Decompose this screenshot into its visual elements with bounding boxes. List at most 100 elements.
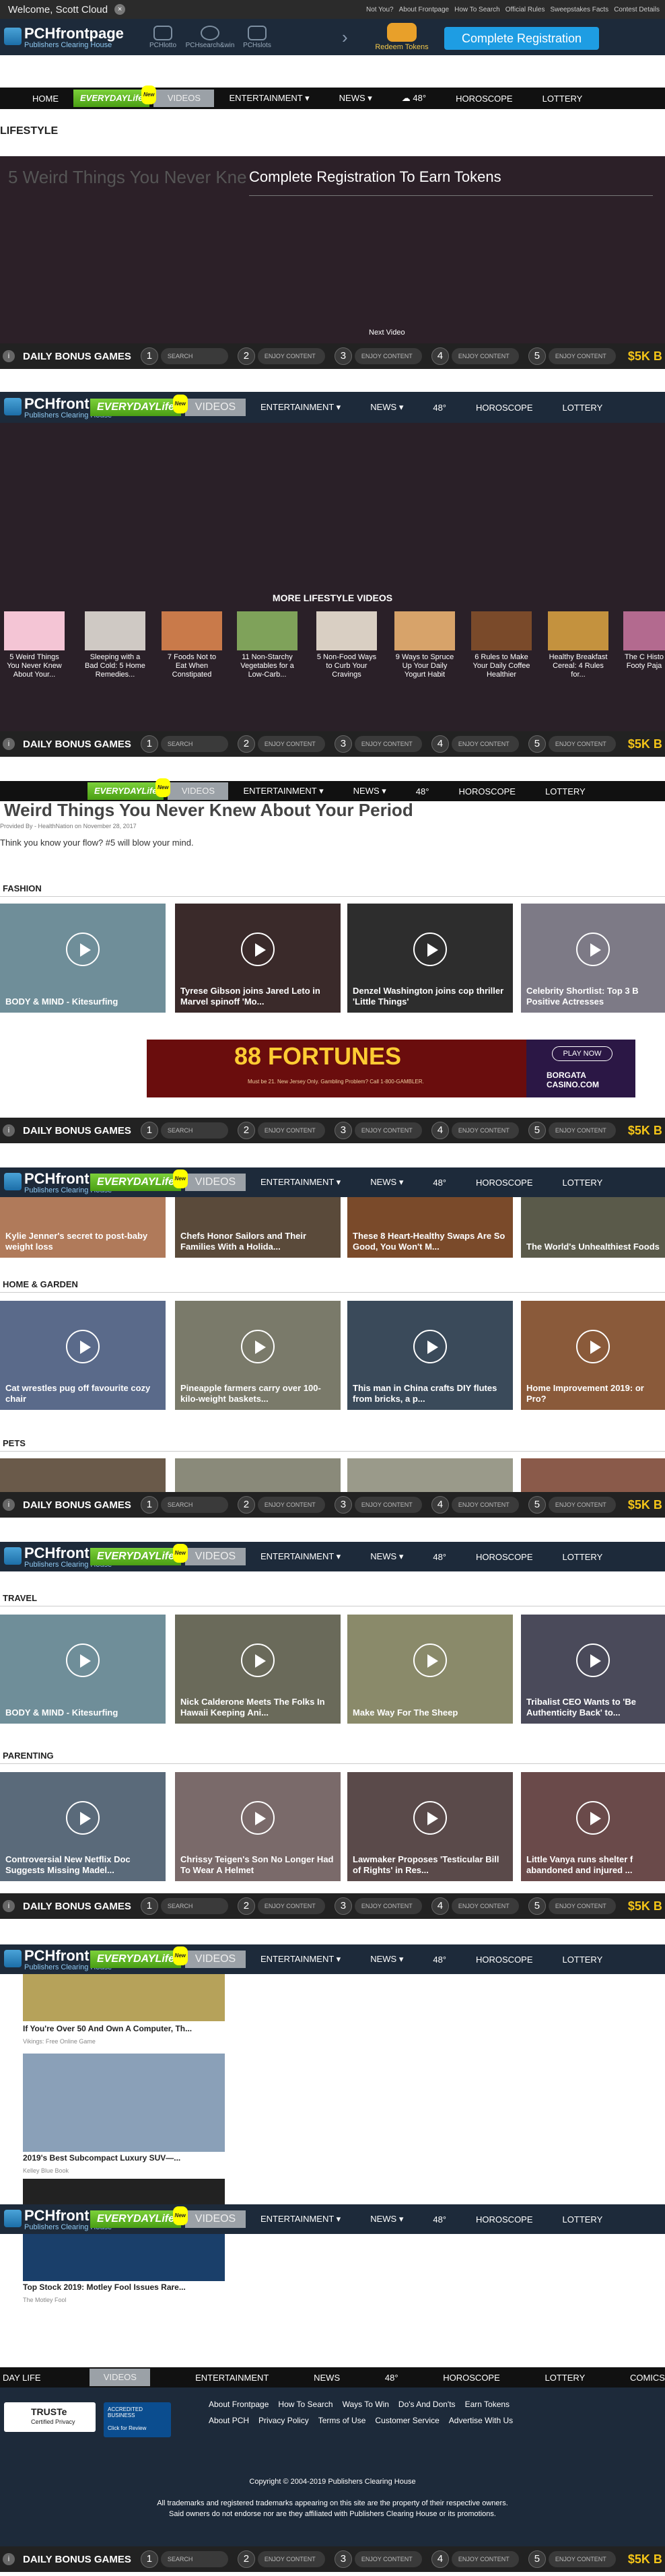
bonus-step-3[interactable]: 3 ENJOY CONTENT [334, 1897, 422, 1915]
bonus-step-search[interactable]: 1 SEARCH [140, 347, 228, 365]
video-card[interactable]: Tribalist CEO Wants to 'Be Authenticity … [521, 1615, 665, 1724]
footer-link[interactable]: Ways To Win [343, 2400, 389, 2409]
play-icon[interactable] [413, 933, 447, 967]
bnav-videos[interactable]: VIDEOS [90, 2369, 151, 2386]
nav-horoscope[interactable]: HOROSCOPE [461, 2214, 548, 2225]
sponsored-title[interactable]: 2019's Best Subcompact Luxury SUV—... [23, 2153, 180, 2163]
nav-weather[interactable]: 48° [418, 1552, 461, 1562]
nav-lottery[interactable]: LOTTERY [548, 1178, 618, 1188]
chevron-right-icon[interactable]: › [342, 27, 348, 48]
bnav-news[interactable]: NEWS [314, 2373, 340, 2383]
nav-entertainment[interactable]: ENTERTAINMENT ▾ [228, 786, 338, 796]
video-card[interactable]: Pineapple farmers carry over 100-kilo-we… [175, 1301, 341, 1410]
bnav-horoscope[interactable]: HOROSCOPE [443, 2373, 500, 2383]
video-card[interactable]: Little Vanya runs shelter f abandoned an… [521, 1772, 665, 1881]
play-icon[interactable] [66, 933, 100, 967]
bonus-step-search[interactable]: 1 SEARCH [140, 735, 228, 753]
video-player[interactable]: 5 Weird Things You Never Kne Complete Re… [0, 156, 665, 343]
nav-videos[interactable]: VIDEOS [168, 782, 229, 800]
footer-link[interactable]: How To Search [278, 2400, 332, 2409]
footer-link[interactable]: Customer Service [375, 2416, 439, 2425]
video-thumb[interactable]: Healthy Breakfast Cereal: 4 Rules for... [548, 611, 608, 679]
video-card[interactable]: Kylie Jenner's secret to post-baby weigh… [0, 1197, 166, 1258]
bonus-step-search[interactable]: 1 SEARCH [140, 1897, 228, 1915]
play-icon[interactable] [66, 1330, 100, 1364]
nav-news[interactable]: NEWS ▾ [355, 402, 418, 413]
play-icon[interactable] [66, 1801, 100, 1835]
play-icon[interactable] [576, 1330, 610, 1364]
sponsored-title[interactable]: If You're Over 50 And Own A Computer, Th… [23, 2024, 192, 2033]
bonus-step-2[interactable]: 2 ENJOY CONTENT [237, 1496, 325, 1514]
nav-entertainment[interactable]: ENTERTAINMENT ▾ [246, 2214, 355, 2225]
nav-entertainment[interactable]: ENTERTAINMENT ▾ [246, 1551, 355, 1562]
play-icon[interactable] [413, 1643, 447, 1678]
video-card[interactable]: Tyrese Gibson joins Jared Leto in Marvel… [175, 904, 341, 1013]
bnav-entertainment[interactable]: ENTERTAINMENT [195, 2373, 269, 2383]
nav-everyday-life[interactable]: EVERYDAYLife New [90, 2206, 188, 2228]
bonus-step-3[interactable]: 3 ENJOY CONTENT [334, 347, 422, 365]
nav-videos[interactable]: VIDEOS [185, 399, 246, 416]
search-win-link[interactable]: PCHsearch&win [183, 25, 237, 49]
bonus-step-search[interactable]: 1 SEARCH [140, 1122, 228, 1139]
nav-news[interactable]: NEWS ▾ [339, 786, 401, 796]
nav-news[interactable]: NEWS ▾ [324, 93, 387, 104]
casino-ad[interactable]: 88 FORTUNES Must be 21. New Jersey Only.… [147, 1040, 635, 1097]
nav-news[interactable]: NEWS ▾ [355, 1177, 418, 1188]
video-thumb[interactable]: 5 Weird Things You Never Knew About Your… [4, 611, 65, 679]
truste-badge[interactable]: TRUSTe Certified Privacy [4, 2402, 96, 2432]
complete-registration-button[interactable]: Complete Registration [444, 27, 599, 50]
info-icon[interactable]: i [3, 350, 15, 362]
nav-lottery[interactable]: LOTTERY [548, 1552, 618, 1562]
bnav-weather[interactable]: 48° [385, 2373, 398, 2383]
nav-entertainment[interactable]: ENTERTAINMENT ▾ [246, 1954, 355, 1965]
nav-everyday-life[interactable]: EVERYDAYLife New [90, 1544, 188, 1565]
bonus-step-4[interactable]: 4 ENJOY CONTENT [431, 347, 519, 365]
bonus-step-4[interactable]: 4 ENJOY CONTENT [431, 735, 519, 753]
nav-videos[interactable]: VIDEOS [185, 1174, 246, 1191]
bonus-step-5[interactable]: 5 ENJOY CONTENT [528, 735, 616, 753]
video-thumb[interactable]: 6 Rules to Make Your Daily Coffee Health… [471, 611, 532, 679]
nav-everyday-life[interactable]: EVERYDAYLife New [73, 86, 157, 107]
info-icon[interactable]: i [3, 738, 15, 750]
video-card[interactable]: Chrissy Teigen's Son No Longer Had To We… [175, 1772, 341, 1881]
video-card[interactable]: Denzel Washington joins cop thriller 'Li… [347, 904, 513, 1013]
video-thumb[interactable]: 5 Non-Food Ways to Curb Your Cravings [316, 611, 377, 679]
bonus-step-2[interactable]: 2 ENJOY CONTENT [237, 2550, 325, 2568]
video-card[interactable]: Lawmaker Proposes 'Testicular Bill of Ri… [347, 1772, 513, 1881]
lotto-link[interactable]: PCHlotto [143, 25, 183, 49]
video-card[interactable]: Home Improvement 2019: or Pro? [521, 1301, 665, 1410]
close-icon[interactable]: × [114, 4, 126, 15]
nav-home[interactable]: HOME [0, 94, 73, 104]
nav-everyday-life[interactable]: EVERYDAYLife New [90, 1170, 188, 1191]
nav-horoscope[interactable]: HOROSCOPE [461, 1178, 548, 1188]
nav-videos[interactable]: VIDEOS [185, 2210, 246, 2228]
next-video-label[interactable]: Next Video [369, 329, 405, 337]
bonus-step-3[interactable]: 3 ENJOY CONTENT [334, 1122, 422, 1139]
bonus-step-3[interactable]: 3 ENJOY CONTENT [334, 1496, 422, 1514]
video-card[interactable]: Make Way For The Sheep [347, 1615, 513, 1724]
slots-link[interactable]: PCHslots [237, 25, 277, 49]
play-now-button[interactable]: PLAY NOW [552, 1046, 612, 1061]
info-icon[interactable]: i [3, 1124, 15, 1137]
nav-horoscope[interactable]: HOROSCOPE [444, 786, 530, 796]
info-icon[interactable]: i [3, 1499, 15, 1511]
link-not-you[interactable]: Not You? [366, 6, 394, 13]
footer-link[interactable]: Do's And Don'ts [398, 2400, 456, 2409]
nav-weather[interactable]: 48° [418, 1178, 461, 1188]
bbb-badge[interactable]: ACCREDITED BUSINESS Click for Review [104, 2402, 171, 2437]
redeem-tokens-link[interactable]: Redeem Tokens [372, 23, 432, 51]
nav-weather[interactable]: 48° [418, 1955, 461, 1965]
nav-lottery[interactable]: LOTTERY [530, 786, 600, 796]
nav-videos[interactable]: VIDEOS [185, 1951, 246, 1968]
pch-logo[interactable]: PCHfrontpage Publishers Clearing House [4, 22, 132, 52]
sponsored-image[interactable] [23, 2054, 225, 2152]
info-icon[interactable]: i [3, 1900, 15, 1912]
video-thumb[interactable]: 7 Foods Not to Eat When Constipated [162, 611, 222, 679]
link-about-frontpage[interactable]: About Frontpage [399, 6, 450, 13]
video-thumb[interactable]: 9 Ways to Spruce Up Your Daily Yogurt Ha… [394, 611, 455, 679]
footer-link[interactable]: Terms of Use [318, 2416, 366, 2425]
video-card[interactable]: This man in China crafts DIY flutes from… [347, 1301, 513, 1410]
nav-everyday-life[interactable]: EVERYDAYLife New [90, 395, 188, 416]
nav-weather[interactable]: 48° [418, 2214, 461, 2225]
sponsored-image[interactable] [23, 2234, 225, 2281]
